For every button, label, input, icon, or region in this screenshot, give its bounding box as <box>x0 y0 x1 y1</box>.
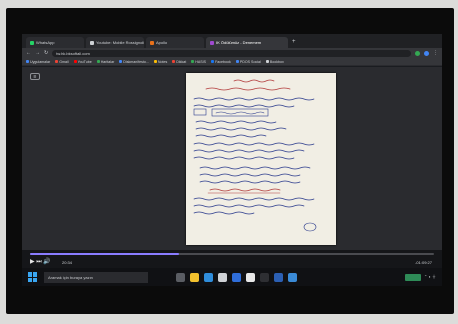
mail-icon[interactable] <box>232 272 241 282</box>
bookmark-icon <box>265 60 269 63</box>
word-icon[interactable] <box>274 272 283 282</box>
chrome-icon[interactable] <box>246 272 255 282</box>
handwriting-illustration <box>193 79 317 232</box>
bookmark-icon <box>235 60 239 63</box>
bookmark-item[interactable]: Haritalar <box>96 59 115 64</box>
file-explorer-icon[interactable] <box>190 272 199 282</box>
bookmark-label: Facebook <box>215 59 231 64</box>
extension-icon[interactable] <box>415 50 420 56</box>
bookmark-icon <box>172 60 176 63</box>
tab-label: Youtube: Mobile Rossignolius <box>96 40 144 45</box>
video-progress-fill <box>30 253 180 255</box>
bookmark-item[interactable]: Notes <box>153 59 168 64</box>
elapsed-time: 20:34 <box>62 260 73 265</box>
taskbar-search-input[interactable]: Aramak için buraya yazın <box>44 271 148 283</box>
bookmark-item[interactable]: Bookbox <box>265 59 284 64</box>
edge-icon[interactable] <box>204 272 213 282</box>
bookmark-item[interactable]: Gmail <box>55 59 69 64</box>
bookmark-icon <box>153 60 157 63</box>
tab-label: Apollo <box>156 40 168 45</box>
monitor-bezel: WhatsApp Youtube: Mobile Rossignolius Ap… <box>6 8 454 314</box>
bookmark-label: PDOS Social <box>239 59 261 64</box>
browser-tab-strip: WhatsApp Youtube: Mobile Rossignolius Ap… <box>22 34 442 48</box>
tray-app-icon[interactable] <box>405 273 421 281</box>
windows-start-icon[interactable] <box>28 272 38 282</box>
system-tray: ⌃ ◖ ⏚ <box>405 273 436 281</box>
tab-favicon-icon <box>150 40 154 45</box>
address-bar-row: ← → ↻ tw.hk.bksoftall.com ⋮ <box>22 48 442 58</box>
facebook-icon <box>211 60 215 63</box>
document-viewer: ≡ <box>22 67 442 250</box>
bookmark-label: Bookbox <box>269 59 284 64</box>
youtube-icon <box>73 60 77 63</box>
bookmark-label: Gmail <box>59 59 69 64</box>
app-icon[interactable] <box>288 272 297 282</box>
forward-icon[interactable]: → <box>35 50 40 56</box>
bookmark-icon <box>119 60 123 63</box>
bookmark-icon <box>191 60 195 63</box>
tab-label: WhatsApp <box>36 40 55 45</box>
url-input[interactable]: tw.hk.bksoftall.com <box>52 49 411 57</box>
bookmark-item[interactable]: Uygulamalar <box>26 60 50 64</box>
bookmark-label: Notes <box>157 59 168 64</box>
task-view-icon[interactable] <box>176 272 185 282</box>
bookmark-item[interactable]: YouTube <box>73 59 92 64</box>
maps-icon <box>96 60 100 63</box>
new-tab-button[interactable]: + <box>292 37 296 48</box>
windows-taskbar: Aramak için buraya yazın ⌃ ◖ ⏚ <box>22 268 442 286</box>
bookmark-icon <box>26 60 29 63</box>
tab-whatsapp[interactable]: WhatsApp <box>26 37 84 48</box>
profile-icon[interactable] <box>424 50 429 56</box>
taskbar-pinned-apps <box>176 272 297 282</box>
reload-icon[interactable]: ↻ <box>44 50 48 56</box>
bookmark-item[interactable]: Dikkat <box>172 60 186 64</box>
tab-favicon-icon <box>90 40 94 45</box>
play-icon[interactable]: ▶ ⏭ 🔊 <box>30 258 51 266</box>
menu-icon[interactable]: ⋮ <box>433 50 438 56</box>
bookmark-label: Dikkat <box>176 59 187 64</box>
bookmark-label: Haritalar <box>100 59 115 64</box>
video-progress-bar[interactable] <box>30 253 434 255</box>
bookmarks-bar: Uygulamalar Gmail YouTube Haritalar Disk… <box>22 58 442 66</box>
tab-label: IK Ödülümüz - Denemem <box>216 40 262 45</box>
store-icon[interactable] <box>218 272 227 282</box>
bookmark-item[interactable]: PDOS Social <box>235 59 261 64</box>
bookmark-label: Diskmanifesto... <box>123 59 149 64</box>
bookmark-item[interactable]: HASIS <box>191 60 206 64</box>
bookmark-label: Uygulamalar <box>30 59 51 64</box>
tab-favicon-icon <box>210 40 214 45</box>
bookmark-label: HASIS <box>195 59 207 64</box>
tab-apollo[interactable]: Apollo <box>146 37 204 48</box>
monitor-screen: WhatsApp Youtube: Mobile Rossignolius Ap… <box>22 34 442 286</box>
bookmark-item[interactable]: Diskmanifesto... <box>119 60 149 64</box>
bookmark-item[interactable]: Facebook <box>211 60 231 64</box>
sidebar-toggle-icon[interactable]: ≡ <box>30 73 40 80</box>
whatsapp-icon <box>30 40 34 45</box>
tab-active-document[interactable]: IK Ödülümüz - Denemem <box>206 37 288 48</box>
back-icon[interactable]: ← <box>26 50 31 56</box>
tab-youtube[interactable]: Youtube: Mobile Rossignolius <box>86 37 144 48</box>
video-player-icon[interactable] <box>260 272 269 282</box>
handwritten-notes-page <box>186 73 336 245</box>
bookmark-label: YouTube <box>77 59 92 64</box>
photo-background: WhatsApp Youtube: Mobile Rossignolius Ap… <box>0 0 458 324</box>
gmail-icon <box>55 60 59 63</box>
tray-icons: ⌃ ◖ ⏚ <box>424 274 436 279</box>
remaining-time: -01:09:27 <box>415 260 432 265</box>
video-controls: ▶ ⏭ 🔊 20:34 -01:09:27 <box>22 250 442 268</box>
